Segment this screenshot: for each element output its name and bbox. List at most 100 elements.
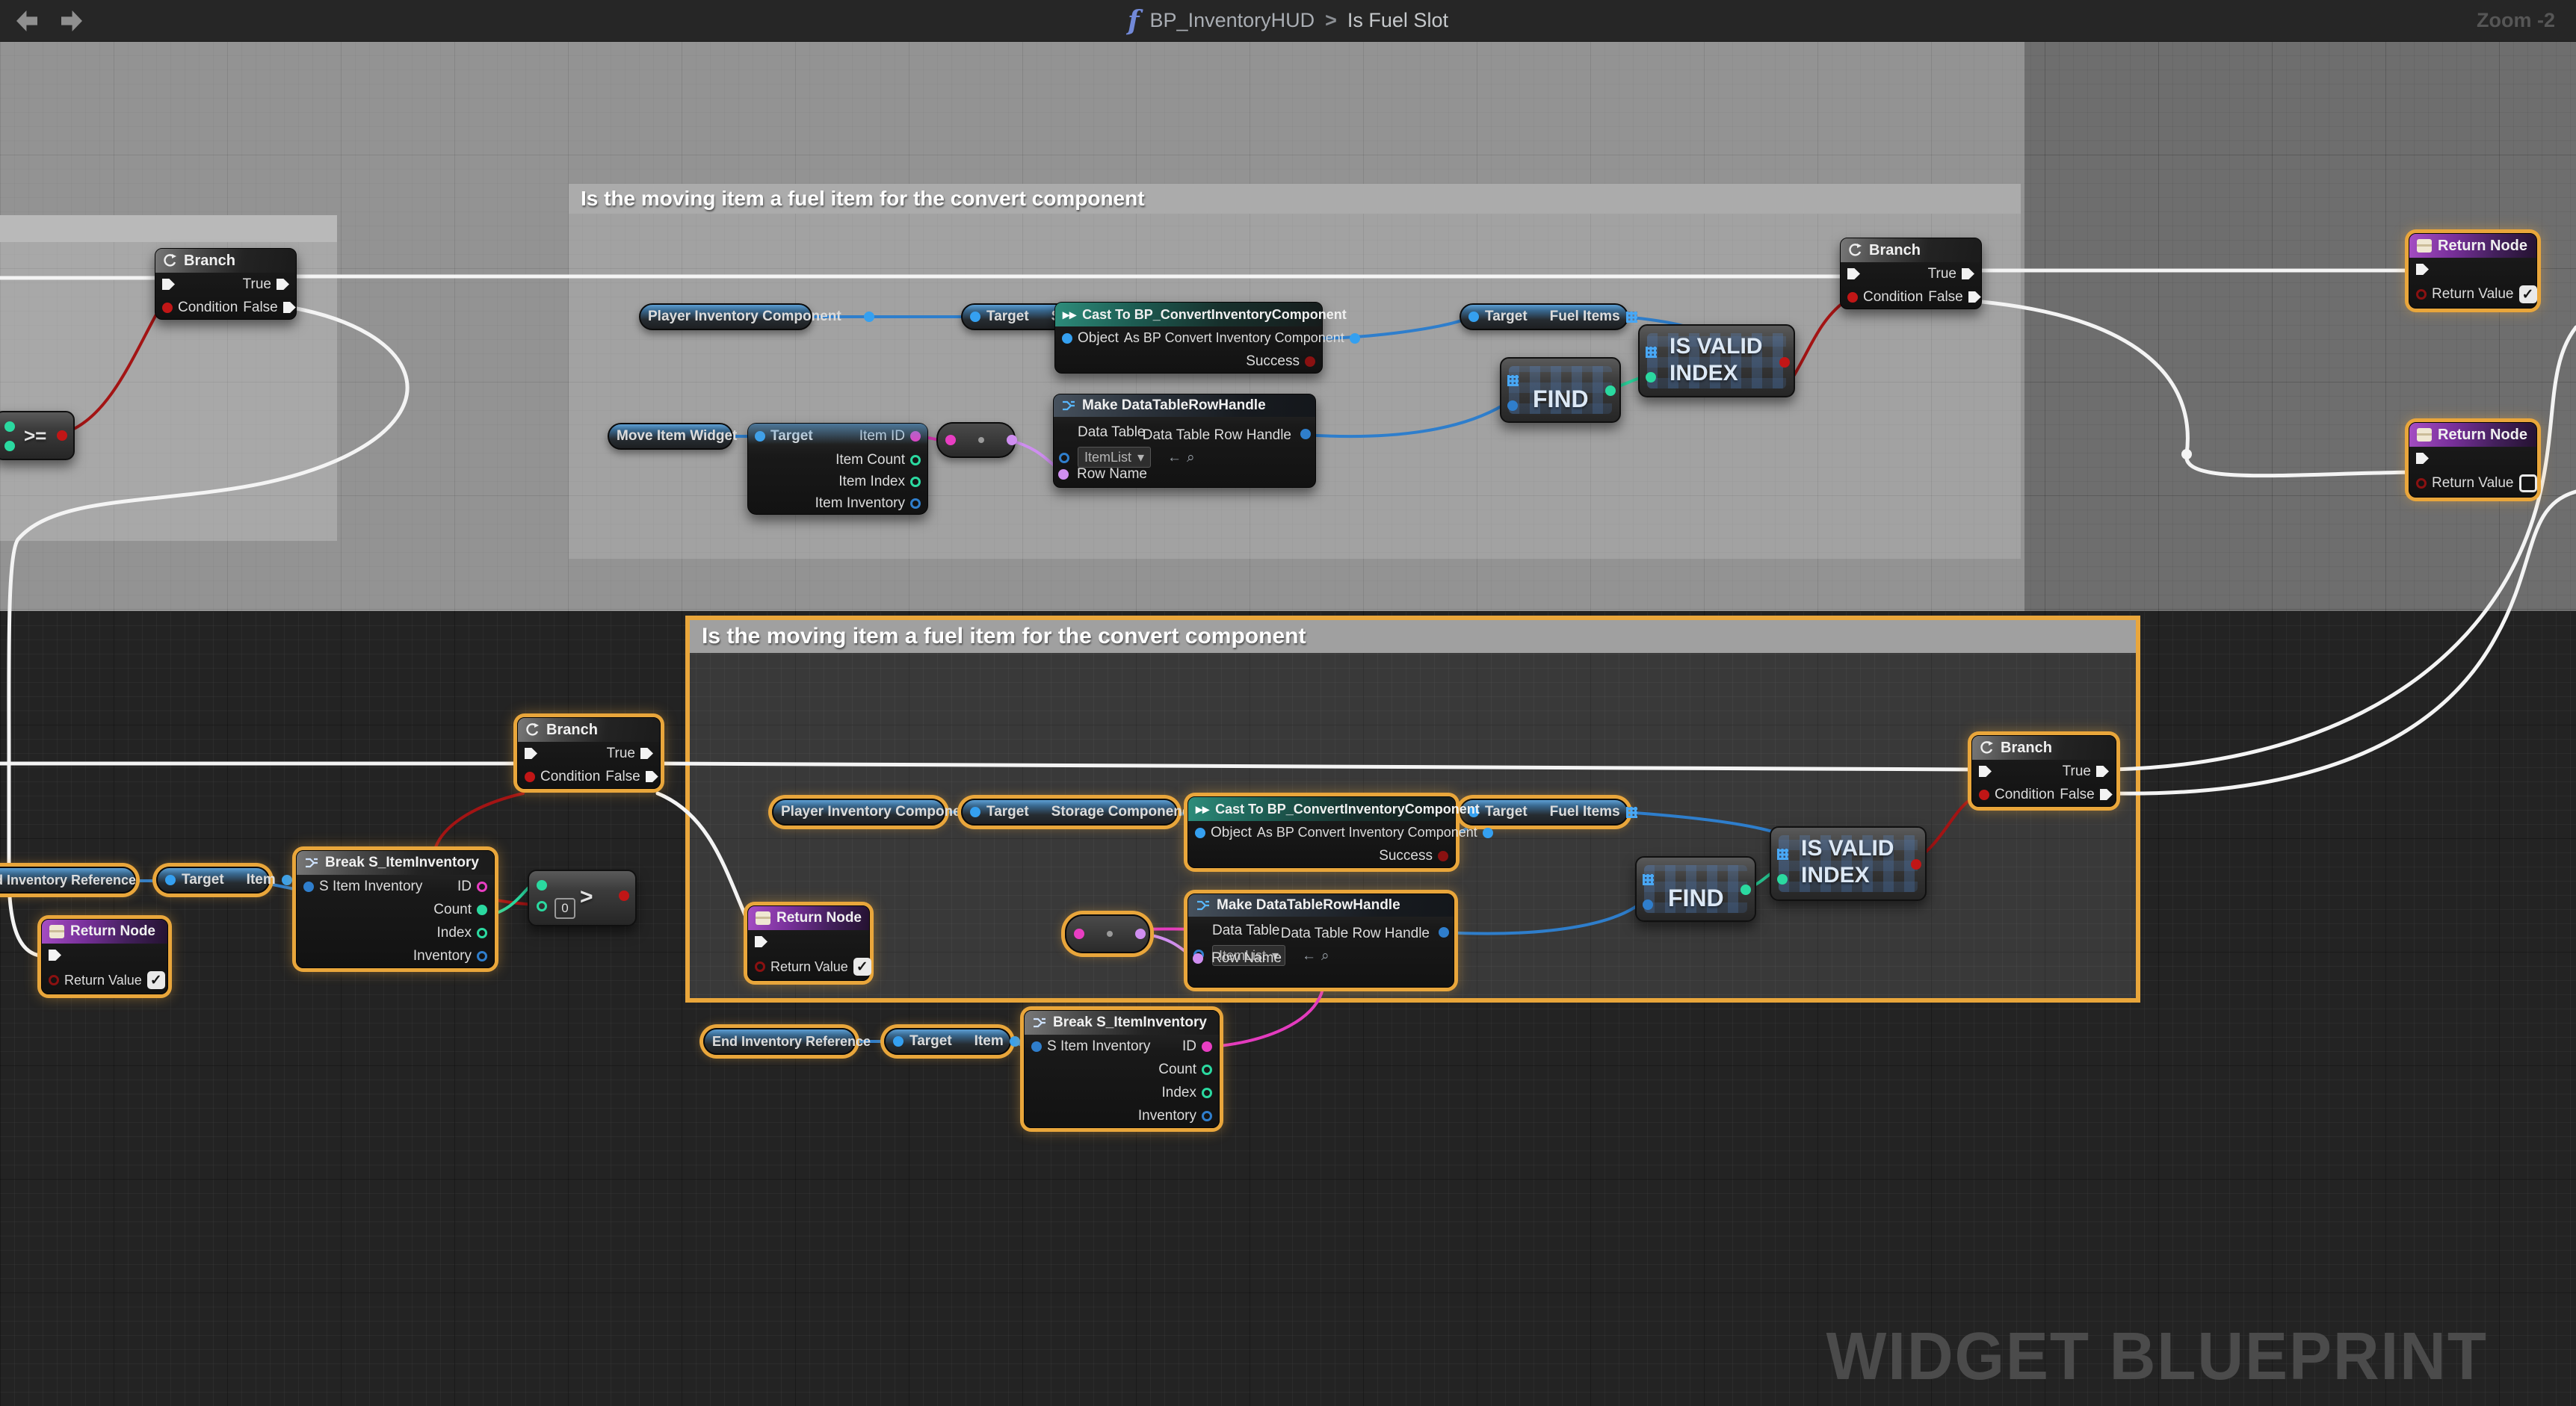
end-inventory-reference-getter[interactable]: End Inventory Reference — [703, 1028, 856, 1055]
exec-in-pin[interactable] — [1979, 766, 1992, 777]
node-title[interactable]: Make DataTableRowHandle — [1188, 894, 1454, 917]
literal-value-box[interactable]: 0 — [555, 898, 575, 919]
text-out-pin[interactable] — [1007, 435, 1017, 445]
move-item-widget-getter[interactable]: Move Item Widget — [608, 423, 733, 450]
row-name-pin[interactable] — [1193, 953, 1203, 964]
int-in-pin[interactable] — [4, 421, 15, 432]
target-in-pin[interactable] — [755, 431, 765, 442]
name-in-pin[interactable] — [1074, 929, 1084, 939]
item-in-pin[interactable] — [1643, 899, 1653, 910]
row-name-pin[interactable] — [1058, 469, 1069, 480]
find-node[interactable]: FIND — [1635, 856, 1756, 922]
exec-in-pin[interactable] — [525, 748, 537, 759]
browse-icon[interactable]: ⌕ — [1321, 948, 1329, 964]
node-title[interactable]: Branch — [155, 249, 296, 273]
storage-component-getter[interactable]: Target Storage Componenet — [961, 799, 1178, 826]
node-title[interactable]: Return Node — [42, 920, 167, 944]
item-getter-pill[interactable]: Target Item — [156, 867, 270, 894]
node-title[interactable]: Branch — [1841, 238, 1981, 262]
is-valid-index-node[interactable]: IS VALID INDEX — [1638, 324, 1795, 397]
end-inventory-reference-getter[interactable]: nd Inventory Reference — [0, 867, 136, 894]
exec-in-pin[interactable] — [755, 936, 767, 947]
array-in-pin[interactable] — [1646, 347, 1657, 358]
return-value-pin[interactable] — [2416, 478, 2427, 489]
graph-main-region[interactable]: Is the moving item a fuel item for the c… — [0, 611, 2576, 1406]
cast-node[interactable]: ▸▸ Cast To BP_ConvertInventoryComponent … — [1054, 302, 1323, 374]
condition-pin[interactable] — [1847, 292, 1858, 303]
false-exec-pin[interactable] — [1968, 291, 1981, 303]
inventory-out-pin[interactable] — [1202, 1111, 1212, 1121]
return-node[interactable]: Return Node Return Value ✓ — [2409, 233, 2537, 309]
false-exec-pin[interactable] — [646, 771, 658, 782]
index-out-pin[interactable] — [1202, 1088, 1212, 1098]
array-in-pin[interactable] — [1643, 874, 1654, 885]
branch-node[interactable]: Branch True Condition False — [155, 248, 297, 320]
return-value-checkbox[interactable]: ✓ — [2519, 285, 2537, 303]
name-to-text-conversion-node[interactable] — [936, 422, 1016, 458]
object-in-pin[interactable] — [1195, 828, 1205, 838]
use-selected-icon[interactable]: ← — [1302, 948, 1316, 964]
exec-in-pin[interactable] — [49, 950, 61, 961]
target-in-pin[interactable] — [970, 312, 980, 322]
item-count-pin[interactable] — [910, 455, 921, 465]
true-exec-pin[interactable] — [640, 748, 653, 759]
array-in-pin[interactable] — [1507, 375, 1519, 386]
comment-header[interactable] — [0, 215, 337, 242]
id-out-pin[interactable] — [477, 882, 487, 892]
struct-out-pin[interactable] — [1010, 1036, 1020, 1047]
forward-arrow-icon[interactable] — [61, 10, 82, 31]
int-in-pin[interactable] — [537, 880, 547, 891]
greater-equal-node[interactable]: >= — [0, 411, 75, 460]
player-inventory-getter[interactable]: Player Inventory Component — [639, 303, 812, 330]
return-value-pin[interactable] — [2416, 289, 2427, 300]
comment-header[interactable]: Is the moving item a fuel item for the c… — [690, 620, 2136, 653]
item-getter-node[interactable]: Target Item ID Item Count Item Index Ite… — [747, 423, 928, 515]
item-in-pin[interactable] — [1507, 400, 1518, 411]
count-out-pin[interactable] — [1202, 1065, 1212, 1075]
is-valid-index-node[interactable]: IS VALID INDEX — [1770, 826, 1927, 901]
return-value-pin[interactable] — [755, 961, 765, 972]
row-handle-out-pin[interactable] — [1300, 429, 1311, 439]
node-title[interactable]: Return Node — [2409, 234, 2536, 258]
condition-pin[interactable] — [525, 772, 535, 782]
node-title[interactable]: Branch — [1972, 736, 2116, 760]
index-out-pin[interactable] — [1605, 385, 1616, 396]
node-title[interactable]: Break S_ItemInventory — [297, 851, 494, 875]
breadcrumb-function[interactable]: Is Fuel Slot — [1347, 9, 1448, 32]
data-table-dropdown[interactable]: ItemList ▾ — [1078, 447, 1151, 468]
index-in-pin[interactable] — [1777, 874, 1788, 885]
node-title[interactable]: Branch — [518, 718, 660, 742]
make-datatablerowhandle-node[interactable]: Make DataTableRowHandle Data Table ItemL… — [1187, 894, 1454, 988]
struct-in-pin[interactable] — [303, 882, 314, 892]
target-in-pin[interactable] — [970, 807, 980, 817]
cast-node[interactable]: ▸▸ Cast To BP_ConvertInventoryComponent … — [1187, 796, 1456, 868]
fuel-items-getter[interactable]: Target Fuel Items — [1460, 799, 1628, 826]
return-node[interactable]: Return Node Return Value — [2409, 422, 2537, 498]
branch-node[interactable]: Branch True Condition False — [517, 717, 661, 789]
node-title[interactable]: Break S_ItemInventory — [1025, 1011, 1219, 1035]
bool-out-pin[interactable] — [619, 891, 629, 901]
name-in-pin[interactable] — [945, 435, 956, 445]
data-table-pin[interactable] — [1059, 453, 1069, 463]
target-in-pin[interactable] — [165, 875, 176, 885]
name-to-text-conversion-node[interactable] — [1065, 914, 1150, 953]
branch-node[interactable]: Branch True Condition False — [1840, 238, 1982, 309]
greater-than-node[interactable]: 0 > — [528, 870, 637, 926]
node-title[interactable]: ▸▸ Cast To BP_ConvertInventoryComponent — [1055, 303, 1322, 326]
bool-out-pin[interactable] — [1779, 357, 1790, 368]
false-exec-pin[interactable] — [283, 302, 296, 313]
struct-in-pin[interactable] — [1031, 1041, 1042, 1052]
index-out-pin[interactable] — [1741, 885, 1751, 895]
item-getter-pill[interactable]: Target Item — [884, 1028, 1011, 1055]
condition-pin[interactable] — [1979, 790, 1989, 800]
node-title[interactable]: Return Node — [2409, 423, 2536, 447]
item-index-pin[interactable] — [910, 477, 921, 487]
true-exec-pin[interactable] — [2096, 766, 2109, 777]
false-exec-pin[interactable] — [2100, 789, 2113, 800]
success-pin[interactable] — [1305, 356, 1315, 367]
array-out-pin[interactable] — [1626, 312, 1637, 323]
cast-out-pin[interactable] — [1483, 828, 1493, 838]
bool-out-pin[interactable] — [1911, 859, 1921, 870]
target-in-pin[interactable] — [1468, 312, 1479, 322]
condition-pin[interactable] — [162, 303, 173, 313]
